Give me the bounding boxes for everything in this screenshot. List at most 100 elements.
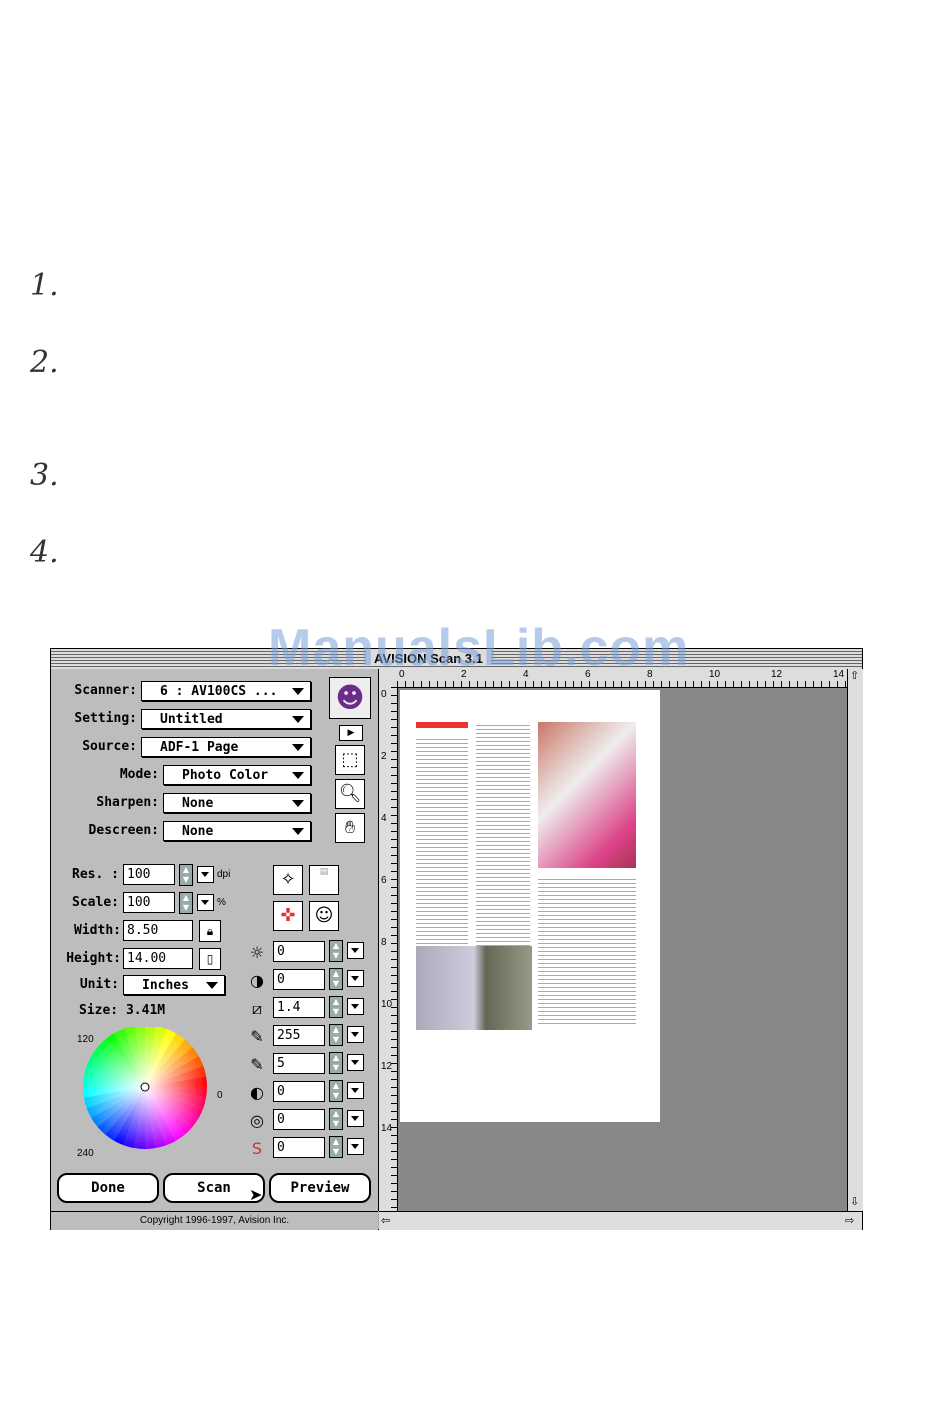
contrast-dropdown[interactable] (347, 970, 364, 987)
setting-select[interactable]: Untitled (141, 709, 311, 729)
height-label: Height: (66, 951, 121, 966)
highlight-field[interactable]: 255 (273, 1025, 325, 1046)
color-wheel[interactable] (77, 1027, 227, 1157)
copyright-text: Copyright 1996-1997, Avision Inc. (51, 1211, 378, 1230)
scanner-select[interactable]: 6 : AV100CS ... (141, 681, 311, 701)
ruler-top-number: 12 (771, 669, 783, 680)
zoom-tool-icon[interactable]: 🔍︎ (335, 779, 365, 809)
ruler-left-number: 8 (381, 937, 387, 948)
scroll-up-arrow-icon[interactable]: ⇧ (850, 669, 859, 682)
scroll-down-arrow-icon[interactable]: ⇩ (850, 1195, 859, 1208)
sharpen-label: Sharpen: (96, 795, 159, 810)
scanner-label: Scanner: (74, 683, 137, 698)
scanned-page-preview[interactable] (400, 690, 660, 1122)
scroll-left-arrow-icon[interactable]: ⇦ (381, 1214, 390, 1227)
brightness-stepper[interactable]: ▲ ▼ (329, 940, 343, 962)
lock-icon[interactable]: 🔒︎ (199, 920, 221, 942)
ruler-left-number: 12 (381, 1061, 393, 1072)
resolution-field[interactable]: 100 (123, 864, 175, 885)
shadow-field[interactable]: 5 (273, 1053, 325, 1074)
scale-label: Scale: (72, 895, 119, 910)
ruler-left-number: 2 (381, 751, 387, 762)
auto-level-icon[interactable]: ▤ (309, 865, 339, 895)
gamma-field[interactable]: 1.4 (273, 997, 325, 1018)
highlight-stepper[interactable]: ▲ ▼ (329, 1024, 343, 1046)
selection-tool-icon[interactable]: ⬚ (335, 745, 365, 775)
hue-dropdown[interactable] (347, 1110, 364, 1127)
ruler-top-number: 14 (833, 669, 845, 680)
watermark: ManualsLib.com (268, 619, 690, 677)
gamma-stepper[interactable]: ▲ ▼ (329, 996, 343, 1018)
ruler-top-number: 10 (709, 669, 721, 680)
chevron-down-icon (206, 982, 218, 989)
preview-area[interactable]: 0 2 4 6 8 10 12 14 0 2 4 6 8 10 12 14 ⇧ ⇩ ⇦ ⇨ (379, 669, 863, 1230)
width-field[interactable]: 8.50 (123, 920, 193, 941)
color-balance-icon[interactable]: ✜ (273, 901, 303, 931)
chevron-down-icon (292, 716, 304, 723)
res-stepper[interactable]: ▲ ▼ (179, 864, 193, 886)
descreen-select[interactable]: None (163, 821, 311, 841)
preview-button[interactable]: Preview (269, 1173, 371, 1203)
chevron-down-icon (292, 772, 304, 779)
sharpen-value: None (182, 796, 214, 811)
mode-value: Photo Color (182, 768, 269, 783)
filter-dropdown[interactable] (347, 1138, 364, 1155)
height-field[interactable]: 14.00 (123, 948, 193, 969)
scale-stepper[interactable]: ▲ ▼ (179, 892, 193, 914)
unit-label: Unit: (79, 977, 119, 992)
settings-panel: Scanner: 6 : AV100CS ... Setting: Untitl… (51, 669, 379, 1211)
size-text: Size: 3.41M (79, 1003, 166, 1018)
horizontal-scrollbar[interactable]: ⇦ ⇨ (379, 1211, 862, 1230)
vertical-scrollbar[interactable]: ⇧ ⇩ (847, 669, 863, 1211)
left-ruler: 0 2 4 6 8 10 12 14 (379, 687, 398, 1211)
step-1-number: 1. (30, 268, 59, 303)
source-value: ADF-1 Page (160, 740, 239, 755)
scale-field[interactable]: 100 (123, 892, 175, 913)
done-button[interactable]: Done (57, 1173, 159, 1203)
ruler-left-number: 10 (381, 999, 393, 1010)
chevron-down-icon (292, 800, 304, 807)
step-4-number: 4. (30, 535, 59, 570)
scan-window: AVISION Scan 3.1 Scanner: 6 : AV100CS ..… (50, 648, 863, 1230)
contrast-field[interactable]: 0 (273, 969, 325, 990)
contrast-stepper[interactable]: ▲ ▼ (329, 968, 343, 990)
smiley-icon[interactable]: ☺ (309, 901, 339, 931)
mode-select[interactable]: Photo Color (163, 765, 311, 785)
brightness-icon: ☼ (249, 943, 265, 962)
wheel-label-240: 240 (77, 1148, 94, 1159)
hue-field[interactable]: 0 (273, 1109, 325, 1130)
setting-value: Untitled (160, 712, 223, 727)
article-heading-bar (416, 722, 468, 728)
hue-stepper[interactable]: ▲ ▼ (329, 1108, 343, 1130)
chevron-down-icon (292, 688, 304, 695)
brightness-dropdown[interactable] (347, 942, 364, 959)
highlight-dropper-icon: ✎ (250, 1027, 264, 1046)
play-icon[interactable]: ▶ (339, 725, 363, 741)
hand-tool-icon[interactable]: ✋︎ (335, 813, 365, 843)
setting-label: Setting: (74, 711, 137, 726)
filter-stepper[interactable]: ▲ ▼ (329, 1136, 343, 1158)
sharpen-select[interactable]: None (163, 793, 311, 813)
saturation-dropdown[interactable] (347, 1082, 364, 1099)
filter-field[interactable]: 0 (273, 1137, 325, 1158)
res-dropdown[interactable] (197, 866, 214, 883)
width-label: Width: (74, 923, 121, 938)
mode-label: Mode: (119, 767, 159, 782)
scale-dropdown[interactable] (197, 894, 214, 911)
contrast-icon: ◑ (250, 971, 264, 990)
page-size-icon[interactable]: ▯ (199, 948, 221, 970)
saturation-stepper[interactable]: ▲ ▼ (329, 1080, 343, 1102)
highlight-dropdown[interactable] (347, 1026, 364, 1043)
chevron-down-icon (292, 744, 304, 751)
article-text-column (538, 876, 636, 1026)
magic-wand-icon[interactable]: ✧ (273, 865, 303, 895)
shadow-dropdown[interactable] (347, 1054, 364, 1071)
unit-select[interactable]: Inches (123, 975, 225, 995)
brightness-field[interactable]: 0 (273, 941, 325, 962)
ruler-left-number: 0 (381, 689, 387, 700)
shadow-stepper[interactable]: ▲ ▼ (329, 1052, 343, 1074)
saturation-field[interactable]: 0 (273, 1081, 325, 1102)
gamma-dropdown[interactable] (347, 998, 364, 1015)
scroll-right-arrow-icon[interactable]: ⇨ (845, 1214, 854, 1227)
source-select[interactable]: ADF-1 Page (141, 737, 311, 757)
